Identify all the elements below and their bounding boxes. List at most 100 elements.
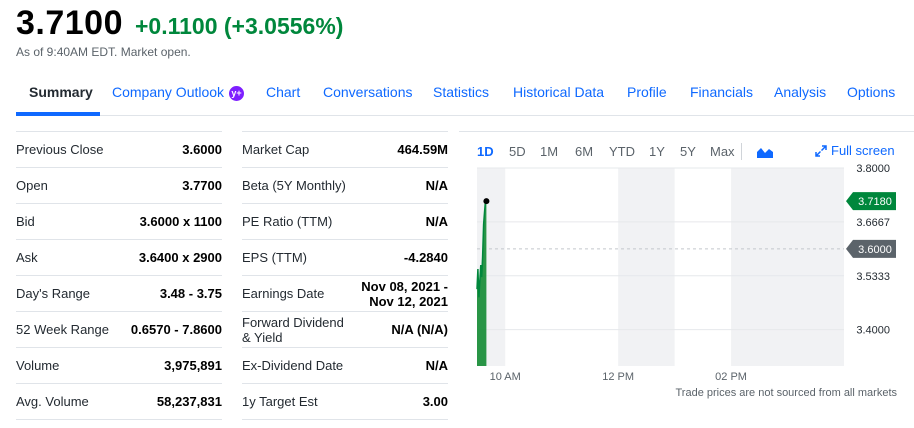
tab-label: Statistics [433, 84, 490, 100]
y-tick-label: 3.8000 [856, 163, 890, 175]
stat-row-previous-close: Previous Close 3.6000 [16, 132, 222, 168]
stat-value: 3.6000 x 1100 [139, 214, 222, 229]
tab-label: Company Outlook [112, 84, 225, 100]
expand-icon [815, 145, 827, 160]
stat-label: Beta (5Y Monthly) [242, 178, 346, 193]
summary-stats-left: Previous Close 3.6000 Open 3.7700 Bid 3.600… [16, 131, 222, 420]
stat-row-days-range: Day's Range 3.48 - 3.75 [16, 276, 222, 312]
stat-row-eps: EPS (TTM) -4.2840 [242, 240, 448, 276]
stat-value: 58,237,831 [156, 394, 222, 409]
previous-close-badge-text: 3.6000 [858, 244, 892, 256]
stat-label: Ask [16, 250, 38, 265]
stat-row-open: Open 3.7700 [16, 168, 222, 204]
y-tick-label: 3.4000 [856, 325, 890, 337]
stat-value: N/A [425, 178, 448, 193]
full-screen-button[interactable]: Full screen [815, 143, 895, 160]
tab-label: Chart [266, 84, 301, 100]
stat-row-ex-dividend-date: Ex-Dividend Date N/A [242, 348, 448, 384]
stat-label: Earnings Date [242, 286, 325, 301]
tab-analysis[interactable]: Analysis [774, 84, 826, 100]
tab-profile[interactable]: Profile [627, 84, 667, 100]
range-button-1m[interactable]: 1M [540, 144, 558, 159]
stat-value: N/A [425, 358, 448, 373]
tab-label: Options [847, 84, 896, 100]
stat-row-52-week-range: 52 Week Range 0.6570 - 7.8600 [16, 312, 222, 348]
stat-label: Forward Dividend & Yield [242, 314, 344, 345]
stat-value: 3.48 - 3.75 [159, 286, 222, 301]
y-tick-label: 3.5333 [856, 271, 890, 283]
stat-label: Avg. Volume [16, 394, 89, 409]
stat-row-earnings-date: Earnings Date Nov 08, 2021 - Nov 12, 2021 [242, 276, 448, 312]
stat-row-ask: Ask 3.6400 x 2900 [16, 240, 222, 276]
stat-label: Open [16, 178, 48, 193]
stat-row-1y-target: 1y Target Est 3.00 [242, 384, 448, 420]
stat-value: 464.59M [397, 142, 448, 157]
stat-value: Nov 08, 2021 - Nov 12, 2021 [361, 278, 448, 309]
price-change: +0.1100 (+3.0556%) [135, 13, 344, 39]
tab-label: Profile [627, 84, 667, 100]
tab-conversations[interactable]: Conversations [323, 84, 413, 100]
stat-value: N/A [425, 214, 448, 229]
current-price: 3.7100 [16, 4, 123, 42]
tab-financials[interactable]: Financials [690, 84, 753, 100]
stat-row-market-cap: Market Cap 464.59M [242, 132, 448, 168]
stat-row-avg-volume: Avg. Volume 58,237,831 [16, 384, 222, 420]
tab-options[interactable]: Options [847, 84, 895, 100]
quote-nav-tabs: Summary Company Outlook y+ Chart Conversa… [16, 74, 914, 116]
full-screen-label: Full screen [831, 143, 895, 158]
tab-label: Financials [690, 84, 754, 100]
intraday-price-chart: 3.8000 3.6667 3.5333 3.4000 10 AM 12 PM 02 PM 3… [476, 163, 896, 383]
stat-row-bid: Bid 3.6000 x 1100 [16, 204, 222, 240]
stat-value: 3.6000 [182, 142, 222, 157]
stat-value: N/A (N/A) [391, 322, 448, 337]
tab-statistics[interactable]: Statistics [433, 84, 489, 100]
range-divider [741, 143, 742, 160]
stat-value: 3,975,891 [164, 358, 222, 373]
quote-header: 3.7100 +0.1100 (+3.0556%) As of 9:40AM E… [16, 4, 343, 59]
price-row: 3.7100 +0.1100 (+3.0556%) [16, 4, 343, 43]
stat-label: Ex-Dividend Date [242, 358, 344, 373]
stat-label: Bid [16, 214, 35, 229]
summary-stats-right: Market Cap 464.59M Beta (5Y Monthly) N/A P… [242, 131, 448, 420]
last-price-badge-text: 3.7180 [858, 196, 892, 208]
mountain-chart-icon[interactable] [757, 145, 773, 163]
tab-chart[interactable]: Chart [266, 84, 300, 100]
yahoo-plus-badge-icon: y+ [229, 86, 245, 101]
stat-value: 0.6570 - 7.8600 [130, 322, 222, 337]
stat-label: Previous Close [16, 142, 104, 157]
time-band [618, 168, 675, 366]
tab-label: Summary [29, 84, 93, 100]
last-price-point [483, 198, 490, 205]
stat-value: -4.2840 [403, 250, 448, 265]
stat-label: 1y Target Est [242, 394, 318, 409]
chart-panel: 3.8000 3.6667 3.5333 3.4000 10 AM 12 PM 02 PM 3… [459, 131, 914, 428]
range-button-1y[interactable]: 1Y [649, 144, 665, 159]
tab-historical-data[interactable]: Historical Data [513, 84, 604, 100]
range-button-max[interactable]: Max [710, 144, 735, 159]
stat-label: 52 Week Range [16, 322, 109, 337]
tab-company-outlook[interactable]: Company Outlook y+ [112, 84, 245, 101]
stat-label: Day's Range [16, 286, 91, 301]
range-button-1d[interactable]: 1D [477, 144, 494, 159]
market-status: As of 9:40AM EDT. Market open. [16, 45, 191, 59]
tab-label: Analysis [774, 84, 827, 100]
x-tick-label: 10 AM [490, 371, 521, 383]
x-tick-label: 02 PM [715, 371, 747, 383]
stat-label: Volume [16, 358, 60, 373]
range-button-6m[interactable]: 6M [575, 144, 593, 159]
stat-row-volume: Volume 3,975,891 [16, 348, 222, 384]
stat-label: EPS (TTM) [242, 250, 307, 265]
stat-value: 3.6400 x 2900 [138, 250, 222, 265]
range-button-5d[interactable]: 5D [509, 144, 526, 159]
stat-row-pe-ratio: PE Ratio (TTM) N/A [242, 204, 448, 240]
range-button-ytd[interactable]: YTD [609, 144, 635, 159]
stat-row-forward-dividend: Forward Dividend & Yield N/A (N/A) [242, 312, 448, 348]
stat-value: 3.00 [422, 394, 448, 409]
tab-label: Conversations [323, 84, 413, 100]
stat-value: 3.7700 [182, 178, 222, 193]
time-band [731, 168, 844, 366]
stat-label: PE Ratio (TTM) [242, 214, 333, 229]
x-tick-label: 12 PM [602, 371, 634, 383]
tab-summary[interactable]: Summary [29, 84, 93, 100]
range-button-5y[interactable]: 5Y [680, 144, 696, 159]
